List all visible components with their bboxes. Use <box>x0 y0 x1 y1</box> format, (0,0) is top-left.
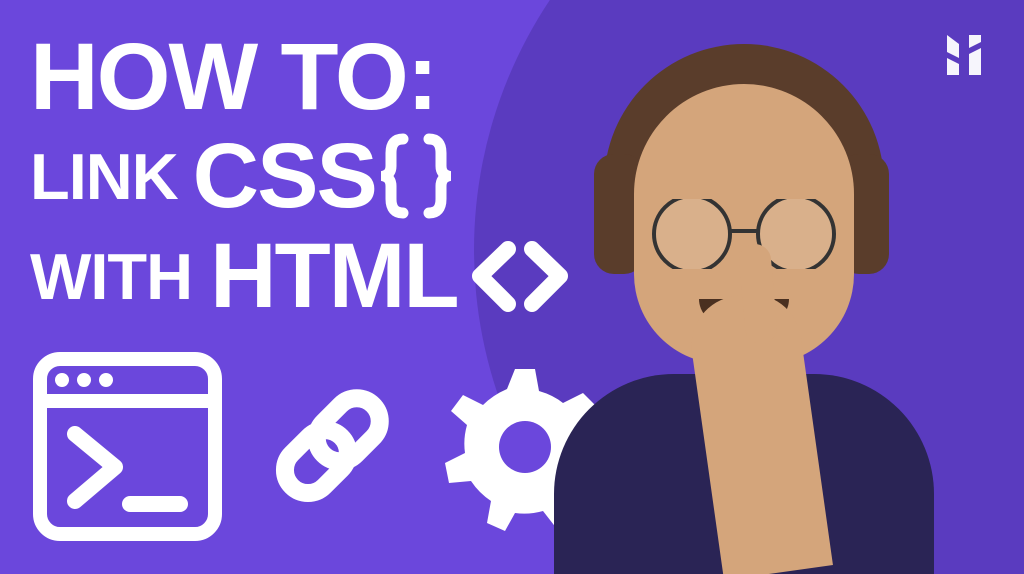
chain-link-icon <box>255 369 410 524</box>
presenter-person <box>504 34 984 574</box>
title-line-2: LINK CSS <box>30 130 570 222</box>
title-text-block: HOW TO: LINK CSS WITH HTML <box>30 30 570 322</box>
title-line-3-small: WITH <box>30 244 192 309</box>
video-thumbnail: HOW TO: LINK CSS WITH HTML <box>0 0 1024 574</box>
title-line-1: HOW TO: <box>30 30 570 125</box>
curly-braces-icon <box>381 131 451 221</box>
title-line-2-small: LINK <box>30 144 178 209</box>
title-line-3-big: HTML <box>210 230 457 322</box>
title-line-3: WITH HTML <box>30 230 570 322</box>
terminal-window-icon <box>30 349 225 544</box>
title-line-2-big: CSS <box>193 130 376 222</box>
